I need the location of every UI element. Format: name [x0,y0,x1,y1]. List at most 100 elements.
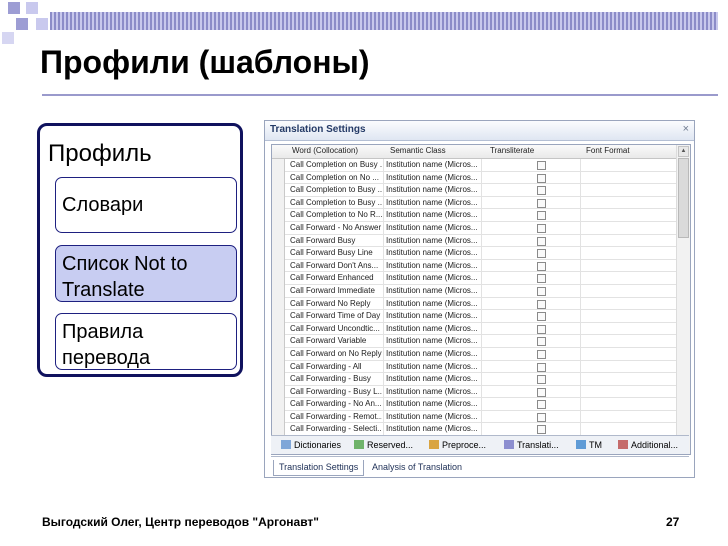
transliterate-checkbox[interactable] [537,249,546,259]
transliterate-checkbox[interactable] [537,161,546,170]
table-row[interactable]: Call Forward Uncondtic... Institution nam… [285,323,676,336]
word-cell[interactable]: Call Completion to No R... [290,209,382,220]
table-row[interactable]: Call Forward Don't Ans... Institution nam… [285,260,676,273]
transliterate-checkbox[interactable] [537,324,546,334]
tab-translation-settings[interactable]: Translation Settings [273,460,365,476]
table-row[interactable]: Call Completion to No R... Institution na… [285,209,676,222]
vertical-scrollbar[interactable]: ▲ ▼ [676,145,690,454]
table-row[interactable]: Call Completion to Busy ... Institution n… [285,197,676,210]
transliterate-checkbox[interactable] [537,400,546,410]
word-cell[interactable]: Call Completion to Busy ... [290,184,382,195]
semantic-class-cell[interactable]: Institution name (Micros... [386,398,478,409]
word-cell[interactable]: Call Forwarding - No An... [290,398,382,409]
word-cell[interactable]: Call Forward Busy [290,235,382,246]
word-cell[interactable]: Call Forward Don't Ans... [290,260,382,271]
table-row[interactable]: Call Forwarding - All Institution name (M… [285,361,676,374]
word-cell[interactable]: Call Forward Enhanced [290,272,382,283]
word-cell[interactable]: Call Forward Time of Day [290,310,382,321]
table-row[interactable]: Call Forward Busy Line Institution name (… [285,247,676,260]
table-row[interactable]: Call Forward Immediate Institution name (… [285,285,676,298]
transliterate-checkbox[interactable] [537,173,546,183]
table-row[interactable]: Call Forwarding - No An... Institution na… [285,398,676,411]
word-cell[interactable]: Call Forward No Reply [290,298,382,309]
transliterate-checkbox[interactable] [537,274,546,284]
tab-preprocessing[interactable]: Preproce... [429,438,486,452]
column-header-transliterate[interactable]: Transliterate [490,146,534,155]
column-header-word[interactable]: Word (Collocation) [292,146,358,155]
transliterate-checkbox[interactable] [537,186,546,196]
table-row[interactable]: Call Forward Enhanced Institution name (M… [285,272,676,285]
table-row[interactable]: Call Forwarding - Remot... Institution na… [285,411,676,424]
word-cell[interactable]: Call Forward Uncondtic... [290,323,382,334]
semantic-class-cell[interactable]: Institution name (Micros... [386,197,478,208]
table-row[interactable]: Call Forwarding - Busy Institution name (… [285,373,676,386]
word-cell[interactable]: Call Completion on Busy ... [290,159,382,170]
table-row[interactable]: Call Forward Variable Institution name (M… [285,335,676,348]
scrollbar-thumb[interactable] [678,158,689,238]
transliterate-checkbox[interactable] [537,299,546,309]
transliterate-checkbox[interactable] [537,261,546,271]
tab-additional[interactable]: Additional... [618,438,678,452]
semantic-class-cell[interactable]: Institution name (Micros... [386,348,478,359]
word-cell[interactable]: Call Forward Busy Line [290,247,382,258]
table-row[interactable]: Call Forwarding - Busy L... Institution n… [285,386,676,399]
semantic-class-cell[interactable]: Institution name (Micros... [386,159,478,170]
tab-reserved[interactable]: Reserved... [354,438,413,452]
word-cell[interactable]: Call Forward on No Reply [290,348,382,359]
transliterate-checkbox[interactable] [537,223,546,233]
table-row[interactable]: Call Forward on No Reply Institution name… [285,348,676,361]
tab-analysis-of-translation[interactable]: Analysis of Translation [367,460,467,475]
semantic-class-cell[interactable]: Institution name (Micros... [386,323,478,334]
transliterate-checkbox[interactable] [537,236,546,246]
word-cell[interactable]: Call Forwarding - Busy [290,373,382,384]
tab-tm[interactable]: TM [576,438,602,452]
table-row[interactable]: Call Forward No Reply Institution name (M… [285,298,676,311]
scroll-up-icon[interactable]: ▲ [678,146,689,157]
word-cell[interactable]: Call Forwarding - All [290,361,382,372]
tab-translation[interactable]: Translati... [504,438,559,452]
word-cell[interactable]: Call Forward Immediate [290,285,382,296]
semantic-class-cell[interactable]: Institution name (Micros... [386,298,478,309]
table-row[interactable]: Call Completion on Busy ... Institution n… [285,159,676,172]
transliterate-checkbox[interactable] [537,375,546,385]
word-cell[interactable]: Call Completion to Busy ... [290,197,382,208]
close-icon[interactable]: × [683,123,689,135]
semantic-class-cell[interactable]: Institution name (Micros... [386,247,478,258]
semantic-class-cell[interactable]: Institution name (Micros... [386,272,478,283]
semantic-class-cell[interactable]: Institution name (Micros... [386,209,478,220]
transliterate-checkbox[interactable] [537,425,546,435]
semantic-class-cell[interactable]: Institution name (Micros... [386,184,478,195]
word-cell[interactable]: Call Forwarding - Selecti... [290,423,382,434]
word-cell[interactable]: Call Forward Variable [290,335,382,346]
transliterate-checkbox[interactable] [537,337,546,347]
column-header-semantic-class[interactable]: Semantic Class [390,146,446,155]
transliterate-checkbox[interactable] [537,211,546,221]
semantic-class-cell[interactable]: Institution name (Micros... [386,172,478,183]
transliterate-checkbox[interactable] [537,198,546,208]
transliterate-checkbox[interactable] [537,412,546,422]
tab-dictionaries[interactable]: Dictionaries [281,438,341,452]
transliterate-checkbox[interactable] [537,286,546,296]
transliterate-checkbox[interactable] [537,349,546,359]
semantic-class-cell[interactable]: Institution name (Micros... [386,222,478,233]
table-row[interactable]: Call Forward Busy Institution name (Micro… [285,235,676,248]
word-cell[interactable]: Call Forward - No Answer [290,222,382,233]
table-row[interactable]: Call Forward - No Answer Institution name… [285,222,676,235]
semantic-class-cell[interactable]: Institution name (Micros... [386,310,478,321]
table-row[interactable]: Call Forward Time of Day Institution name… [285,310,676,323]
transliterate-checkbox[interactable] [537,312,546,322]
semantic-class-cell[interactable]: Institution name (Micros... [386,235,478,246]
semantic-class-cell[interactable]: Institution name (Micros... [386,386,478,397]
table-row[interactable]: Call Completion on No ... Institution nam… [285,172,676,185]
semantic-class-cell[interactable]: Institution name (Micros... [386,260,478,271]
table-row[interactable]: Call Completion to Busy ... Institution n… [285,184,676,197]
semantic-class-cell[interactable]: Institution name (Micros... [386,373,478,384]
semantic-class-cell[interactable]: Institution name (Micros... [386,361,478,372]
transliterate-checkbox[interactable] [537,387,546,397]
word-cell[interactable]: Call Forwarding - Busy L... [290,386,382,397]
transliterate-checkbox[interactable] [537,362,546,372]
semantic-class-cell[interactable]: Institution name (Micros... [386,285,478,296]
semantic-class-cell[interactable]: Institution name (Micros... [386,411,478,422]
column-header-font-format[interactable]: Font Format [586,146,630,155]
semantic-class-cell[interactable]: Institution name (Micros... [386,335,478,346]
